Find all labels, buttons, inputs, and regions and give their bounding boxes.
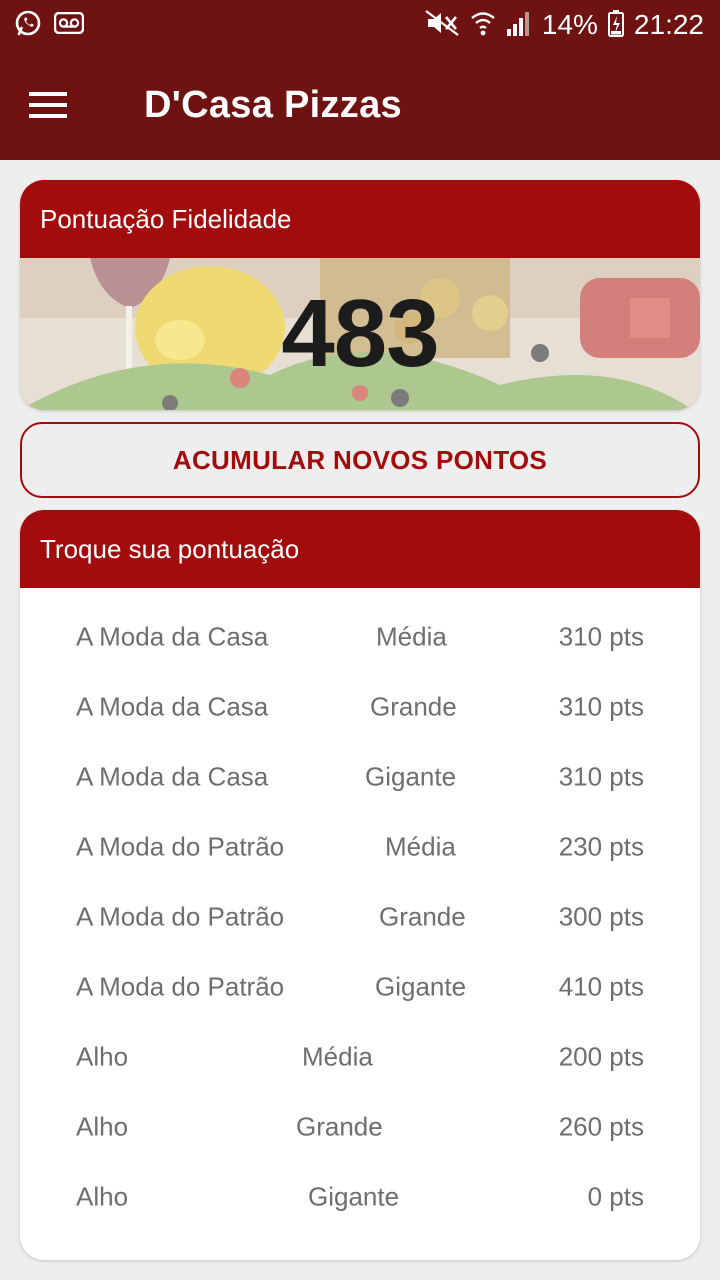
signal-icon (506, 9, 532, 42)
hamburger-menu-button[interactable] (0, 50, 96, 160)
loyalty-score-header: Pontuação Fidelidade (20, 180, 700, 258)
battery-icon (607, 9, 624, 42)
voicemail-icon (53, 11, 85, 39)
accumulate-points-button[interactable]: ACUMULAR NOVOS PONTOS (20, 422, 700, 498)
reward-size: Gigante (365, 761, 457, 792)
reward-name: A Moda do Patrão (76, 831, 285, 862)
reward-size: Média (376, 621, 447, 652)
reward-name: A Moda da Casa (76, 761, 269, 792)
reward-name: A Moda do Patrão (76, 901, 285, 932)
reward-size: Grande (296, 1111, 383, 1142)
reward-points: 310 pts (558, 691, 644, 722)
reward-name: Alho (76, 1111, 129, 1142)
app-bar: D'Casa Pizzas (0, 50, 720, 160)
reward-name: Alho (76, 1041, 129, 1072)
reward-name: A Moda da Casa (76, 621, 269, 652)
reward-row[interactable]: Alho Gigante 0 pts (20, 1162, 700, 1232)
reward-size: Gigante (375, 971, 467, 1002)
rewards-header: Troque sua pontuação (20, 510, 700, 588)
loyalty-points-value: 483 (281, 280, 439, 387)
reward-row[interactable]: A Moda da Casa Média 310 pts (20, 602, 700, 672)
reward-points: 0 pts (587, 1181, 644, 1212)
reward-name: Alho (76, 1181, 129, 1212)
reward-points: 310 pts (558, 761, 644, 792)
reward-size: Média (385, 831, 456, 862)
reward-row[interactable]: A Moda do Patrão Gigante 410 pts (20, 952, 700, 1022)
reward-row[interactable]: Alho Média 200 pts (20, 1022, 700, 1092)
rewards-card: Troque sua pontuação A Moda da Casa Médi… (20, 510, 700, 1260)
wifi-icon (470, 9, 496, 42)
reward-size: Grande (370, 691, 457, 722)
reward-row[interactable]: A Moda do Patrão Grande 300 pts (20, 882, 700, 952)
reward-name: A Moda da Casa (76, 691, 269, 722)
battery-percentage: 14% (541, 9, 598, 40)
reward-points: 300 pts (558, 901, 644, 932)
reward-points: 310 pts (558, 621, 644, 652)
reward-size: Grande (379, 901, 466, 932)
status-left (14, 9, 85, 42)
reward-row[interactable]: A Moda da Casa Gigante 310 pts (20, 742, 700, 812)
reward-row[interactable]: A Moda da Casa Grande 310 pts (20, 672, 700, 742)
reward-points: 410 pts (558, 971, 644, 1002)
reward-row[interactable]: Alho Grande 260 pts (20, 1092, 700, 1162)
reward-list: A Moda da Casa Média 310 pts A Moda da C… (20, 588, 700, 1232)
reward-size: Média (302, 1041, 373, 1072)
reward-points: 230 pts (558, 831, 644, 862)
reward-points: 260 pts (558, 1111, 644, 1142)
hamburger-menu-icon (29, 92, 67, 118)
status-bar: 14% 21:22 (0, 0, 720, 50)
reward-row[interactable]: A Moda do Patrão Média 230 pts (20, 812, 700, 882)
score-area: 483 (20, 258, 700, 410)
whatsapp-icon (14, 9, 42, 42)
mute-icon (424, 9, 460, 42)
status-time: 21:22 (633, 9, 704, 40)
loyalty-score-card: Pontuação Fidelidade 483 (20, 180, 700, 410)
reward-points: 200 pts (558, 1041, 644, 1072)
reward-name: A Moda do Patrão (76, 971, 285, 1002)
reward-size: Gigante (308, 1181, 400, 1212)
app-title: D'Casa Pizzas (144, 83, 402, 126)
status-right: 14% 21:22 (424, 9, 704, 42)
